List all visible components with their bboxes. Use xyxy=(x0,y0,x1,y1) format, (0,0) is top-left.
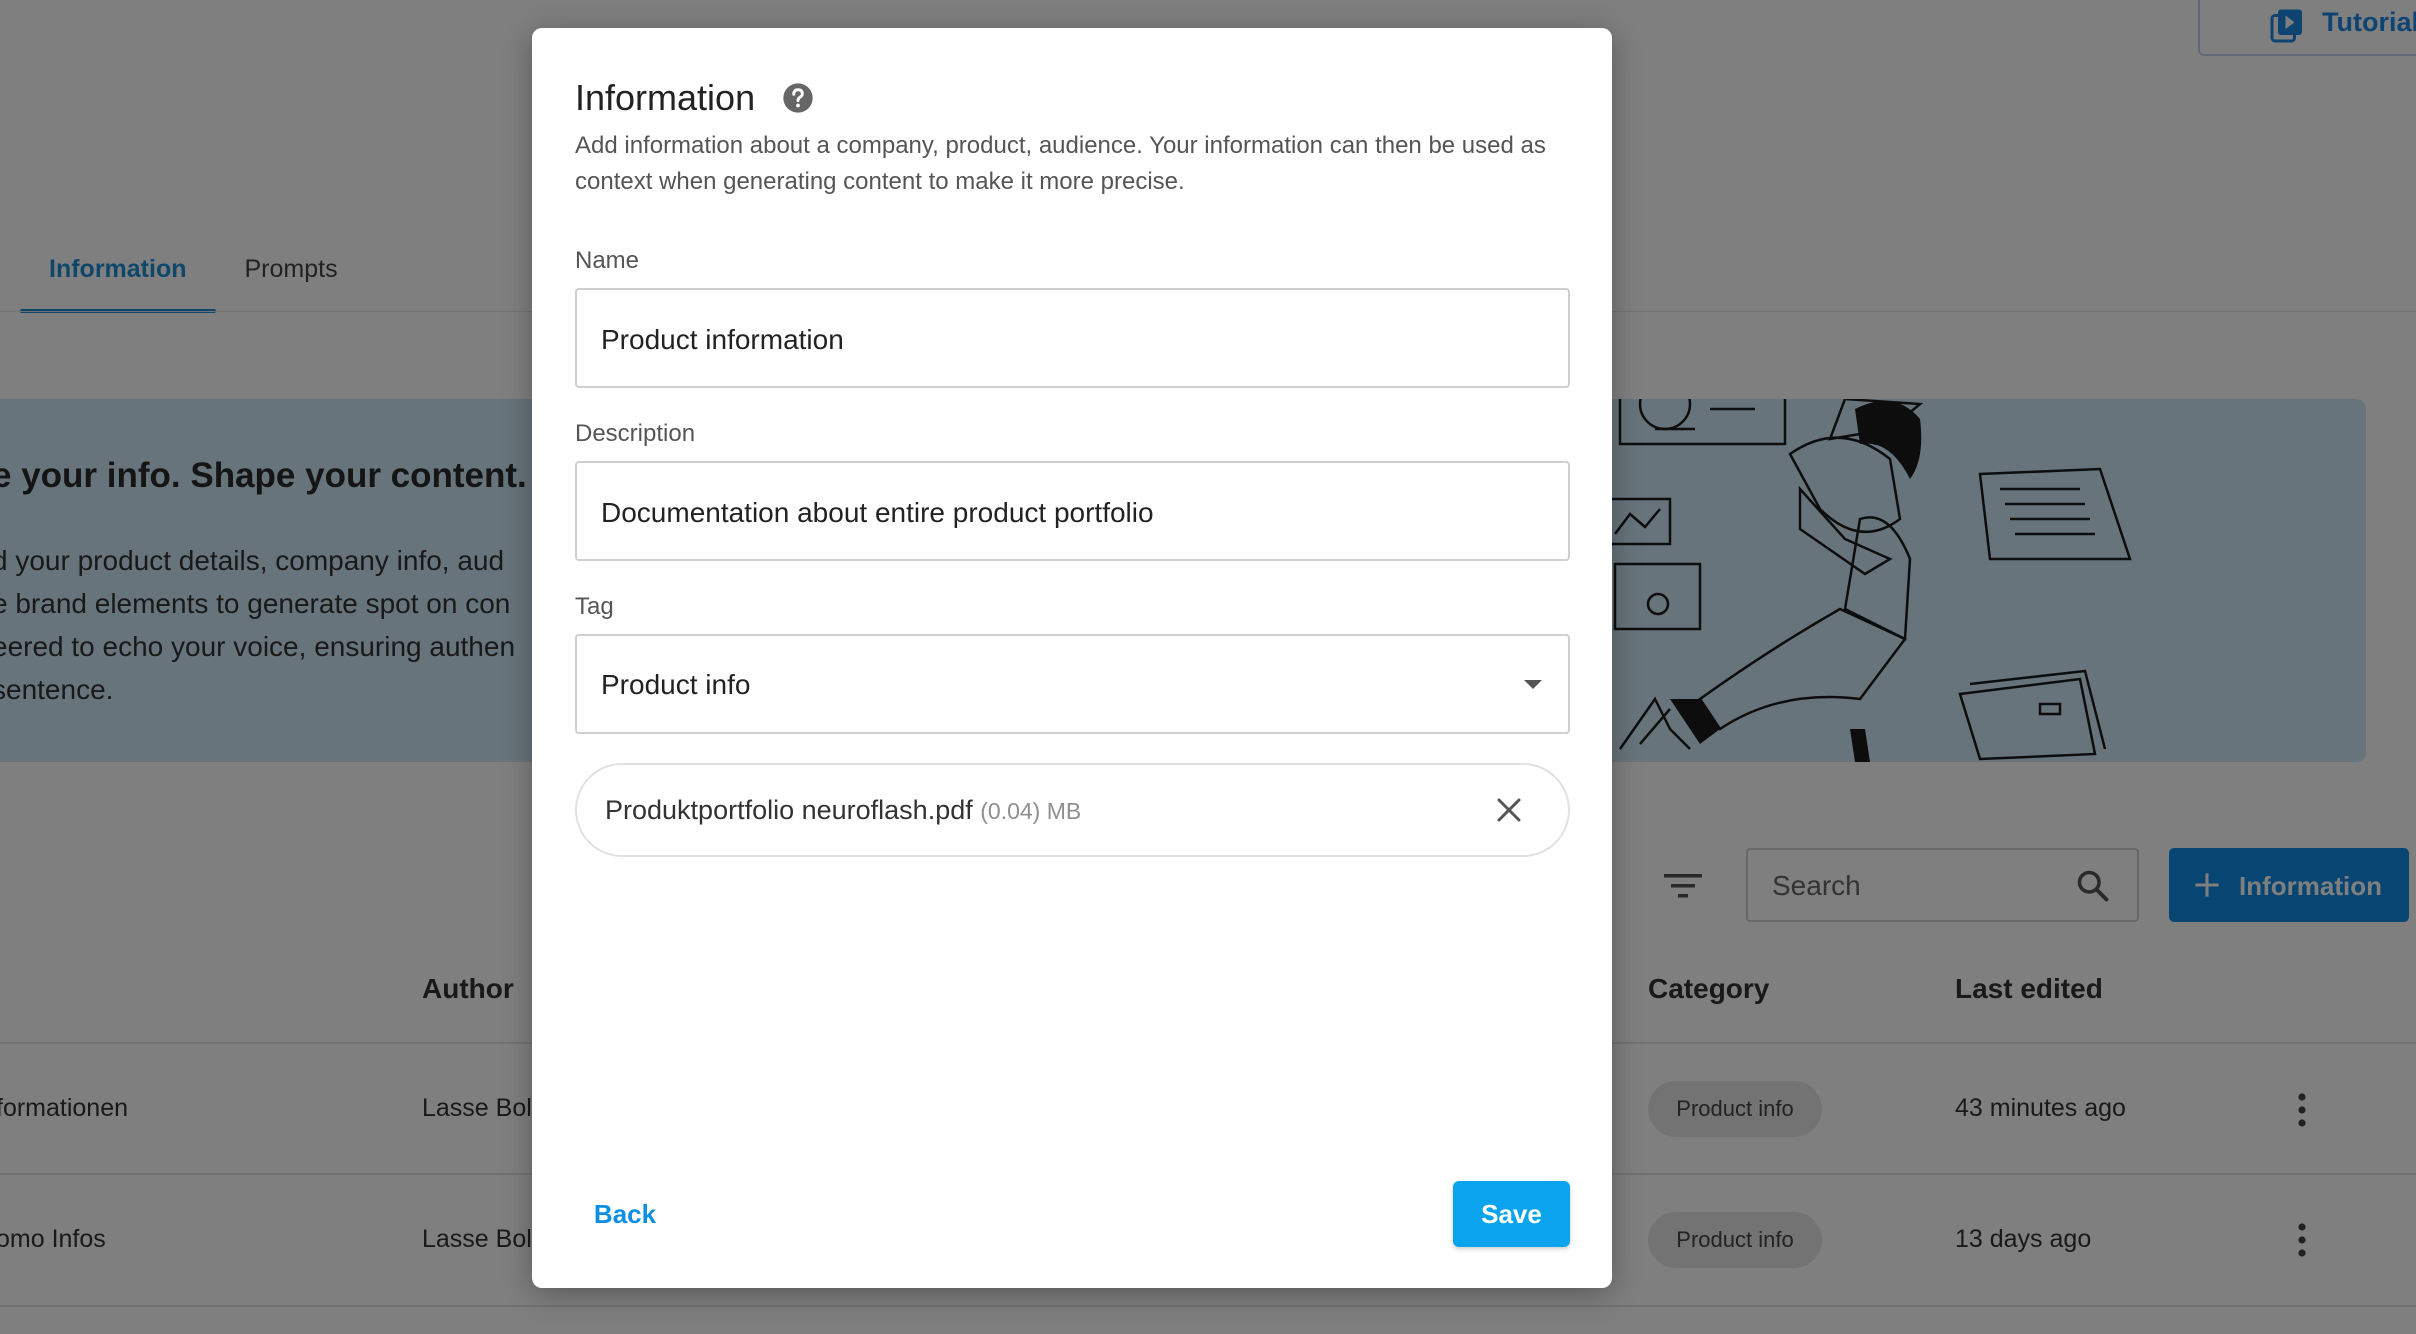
tag-selected-value: Product info xyxy=(601,669,751,700)
file-name: Produktportfolio neuroflash.pdf xyxy=(605,795,973,825)
description-field xyxy=(575,461,1570,561)
dialog-title: Information xyxy=(575,77,756,118)
file-size: (0.04) MB xyxy=(980,798,1082,824)
attached-file-chip: Produktportfolio neuroflash.pdf (0.04) M… xyxy=(575,763,1570,857)
dropdown-caret-icon xyxy=(1524,680,1542,689)
description-input[interactable] xyxy=(601,493,1541,533)
back-button[interactable]: Back xyxy=(575,1181,675,1247)
description-label: Description xyxy=(575,420,696,447)
information-dialog: Information Add information about a comp… xyxy=(532,28,1612,1288)
close-icon[interactable] xyxy=(1494,795,1524,825)
name-field xyxy=(575,288,1570,388)
dialog-description: Add information about a company, product… xyxy=(575,132,1546,195)
help-icon[interactable] xyxy=(782,82,814,114)
save-button[interactable]: Save xyxy=(1453,1181,1570,1247)
tag-select[interactable]: Product info xyxy=(575,634,1570,734)
name-label: Name xyxy=(575,247,640,274)
file-name-wrapper: Produktportfolio neuroflash.pdf (0.04) M… xyxy=(605,795,1081,826)
tag-label: Tag xyxy=(575,593,614,620)
name-input[interactable] xyxy=(601,320,1541,360)
